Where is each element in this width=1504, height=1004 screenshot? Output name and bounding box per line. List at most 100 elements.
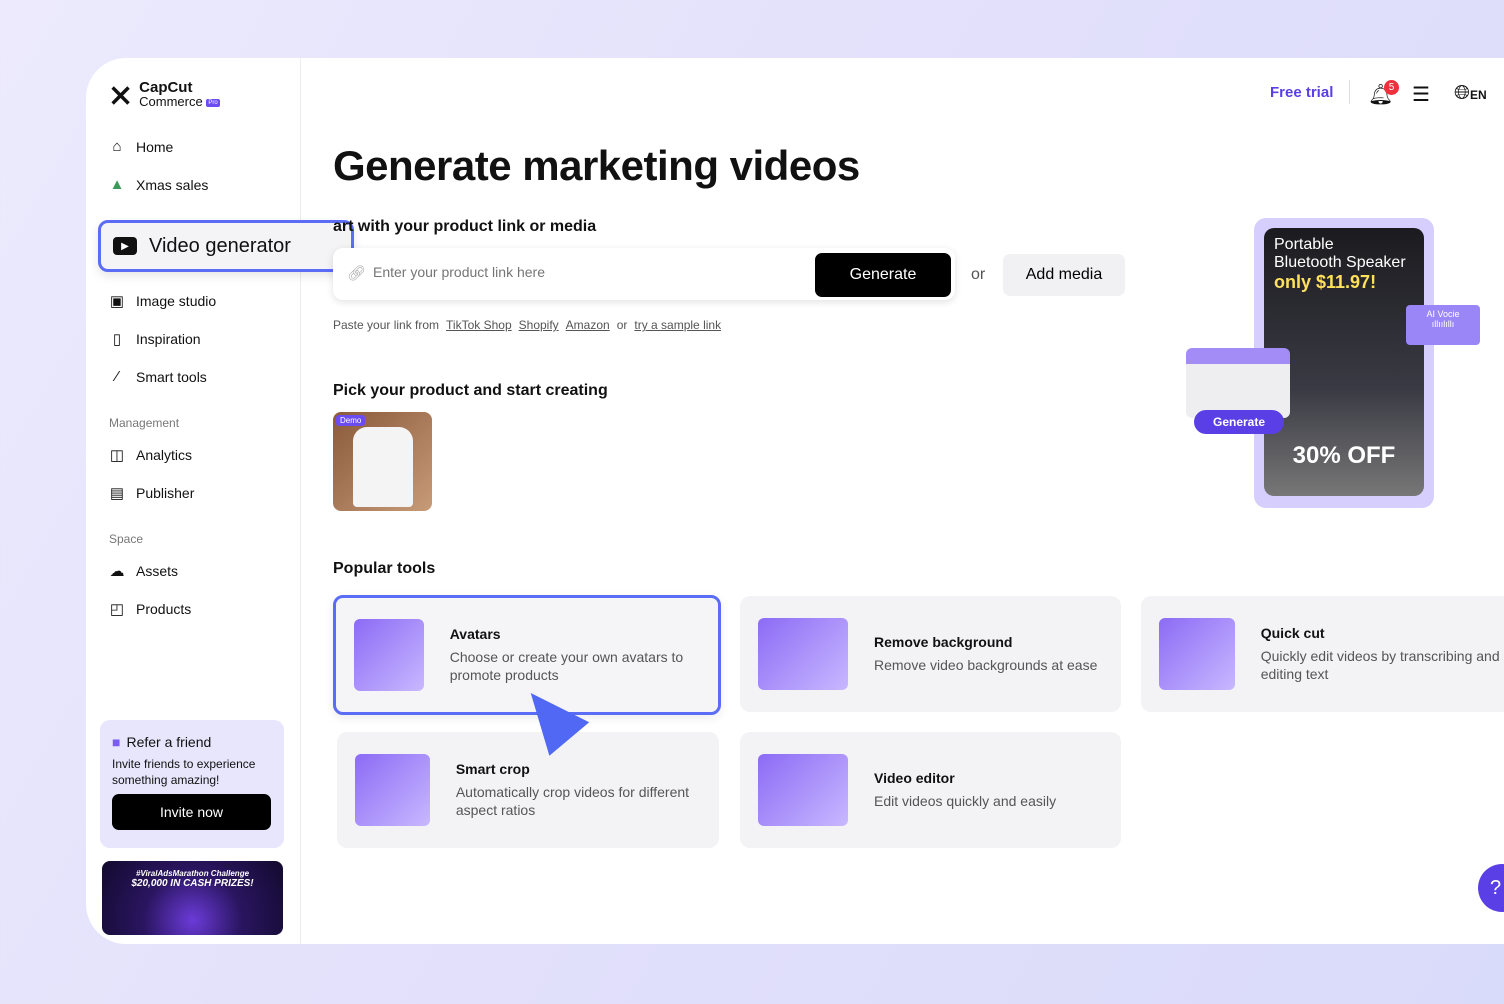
tool-title: Smart crop — [455, 761, 530, 777]
tool-desc: Edit videos quickly and easily — [874, 793, 1057, 809]
brand-name: CapCut — [139, 79, 193, 97]
label: Assets — [136, 563, 179, 579]
sidebar-item-products[interactable]: ◰ Products — [108, 600, 191, 618]
demo-product-shirt[interactable]: Demo — [333, 412, 432, 511]
tool-card-video-editor[interactable]: Video editor Edit videos quickly and easi… — [740, 732, 1121, 848]
section-space: Space — [109, 532, 144, 546]
home-icon: ⌂ — [112, 138, 122, 155]
help-button[interactable]: ? — [1478, 864, 1504, 912]
smart-crop-thumbnail — [355, 754, 430, 826]
tool-title: Quick cut — [1260, 625, 1325, 641]
promo-line2: Bluetooth Speaker — [1274, 254, 1406, 271]
popular-label: Popular tools — [333, 560, 436, 577]
calendar-icon: ▤ — [109, 485, 125, 502]
tool-title: Remove background — [874, 634, 1013, 650]
sidebar-item-video-generator[interactable]: ▶ Video generator — [98, 220, 354, 272]
or-label: or — [971, 266, 986, 283]
shirt-image — [353, 427, 413, 507]
quick-cut-thumbnail — [1159, 618, 1235, 690]
promo-line1: Portable — [1274, 236, 1334, 253]
tiktok-shop-link[interactable]: TikTok Shop — [446, 318, 512, 332]
promo-generate-pill: Generate — [1194, 410, 1284, 434]
tool-desc: Quickly edit videos by transcribing and … — [1260, 648, 1500, 682]
promo-price: only $11.97! — [1274, 272, 1377, 292]
language-label: EN — [1470, 88, 1487, 102]
capcut-logo-icon: ⨯ — [108, 79, 134, 112]
avatars-thumbnail — [354, 619, 424, 691]
logo[interactable]: ⨯ CapCut Commerce Pro — [108, 78, 220, 113]
pick-label: Pick your product and start creating — [333, 382, 608, 399]
language-button[interactable]: 🌐︎EN — [1454, 82, 1487, 105]
section-management: Management — [109, 416, 180, 430]
banner-line1: #ViralAdsMarathon Challenge — [135, 869, 250, 878]
label: Image studio — [136, 293, 217, 309]
sidebar-item-inspiration[interactable]: ▯ Inspiration — [108, 330, 201, 348]
invite-now-button[interactable]: Invite now — [112, 794, 271, 830]
label: Analytics — [136, 447, 193, 463]
shopify-link[interactable]: Shopify — [519, 318, 559, 332]
tool-title: Avatars — [449, 626, 501, 642]
tool-card-remove-background[interactable]: Remove background Remove video background… — [740, 596, 1121, 712]
label: Home — [136, 138, 174, 155]
divider — [1349, 80, 1350, 104]
banner-line2: $20,000 IN CASH PRIZES! — [131, 878, 254, 889]
remove-bg-thumbnail — [758, 618, 848, 690]
link-icon: 🔗︎ — [347, 265, 367, 282]
add-media-button[interactable]: Add media — [1003, 254, 1125, 296]
link-mini-card — [1186, 348, 1290, 418]
label: Inspiration — [136, 331, 201, 347]
image-icon: ▣ — [109, 293, 125, 310]
bag-icon: ◰ — [109, 601, 125, 618]
waveform-icon: ıllıılıllı — [1431, 319, 1455, 329]
brand-sub: Commerce — [139, 94, 203, 110]
tool-desc: Automatically crop videos for different … — [455, 784, 690, 818]
paste-sources: Paste your link from TikTok Shop Shopify… — [333, 318, 721, 332]
ai-voice-label: AI Vocie — [1426, 309, 1460, 319]
start-label: art with your product link or media — [333, 218, 597, 235]
challenge-banner[interactable]: #ViralAdsMarathon Challenge $20,000 IN C… — [102, 861, 283, 935]
tree-icon: ▲ — [109, 176, 125, 193]
cloud-icon: ☁ — [109, 563, 125, 580]
inspiration-icon: ▯ — [112, 331, 122, 348]
sidebar-item-smart-tools[interactable]: ⁄ Smart tools — [108, 368, 207, 385]
label: Publisher — [136, 485, 195, 501]
gift-icon: ■ — [112, 734, 121, 750]
refer-text: Invite friends to experience something a… — [112, 757, 256, 787]
notification-badge: 5 — [1384, 80, 1399, 95]
sidebar-item-image-studio[interactable]: ▣ Image studio — [108, 292, 216, 310]
link-input-box: 🔗︎ Generate — [333, 248, 955, 300]
sidebar-item-publisher[interactable]: ▤ Publisher — [108, 484, 194, 502]
chart-icon: ◫ — [109, 447, 125, 464]
demo-badge: Demo — [336, 415, 366, 426]
page-title: Generate marketing videos — [333, 142, 860, 189]
product-link-input[interactable] — [373, 264, 793, 280]
refer-card: ■ Refer a friend Invite friends to experi… — [100, 720, 284, 848]
sidebar-item-analytics[interactable]: ◫ Analytics — [108, 446, 192, 464]
sidebar: ⨯ CapCut Commerce Pro ⌂ Home ▲ Xmas sales ▶… — [86, 58, 354, 944]
video-sparkle-icon: ▶ — [113, 237, 137, 255]
tool-title: Video editor — [874, 770, 955, 786]
sidebar-item-home[interactable]: ⌂ Home — [108, 138, 173, 155]
generate-button[interactable]: Generate — [815, 253, 951, 297]
label: Video generator — [149, 234, 291, 257]
ai-voice-tag: AI Vocie ıllıılıllı — [1406, 305, 1480, 345]
tool-card-smart-crop[interactable]: Smart crop Automatically crop videos for … — [337, 732, 719, 848]
free-trial-link[interactable]: Free trial — [1270, 84, 1333, 101]
label: Smart tools — [136, 368, 207, 385]
or-text: or — [616, 318, 628, 332]
tool-card-quick-cut[interactable]: Quick cut Quickly edit videos by transcri… — [1141, 596, 1504, 712]
sidebar-item-assets[interactable]: ☁ Assets — [108, 562, 179, 580]
tool-desc: Remove video backgrounds at ease — [874, 657, 1098, 673]
video-editor-thumbnail — [758, 754, 848, 826]
tool-desc: Choose or create your own avatars to pro… — [449, 649, 684, 683]
app-window: ⨯ CapCut Commerce Pro ⌂ Home ▲ Xmas sales ▶… — [86, 58, 1504, 944]
sample-link[interactable]: try a sample link — [634, 318, 721, 332]
label: Xmas sales — [136, 176, 209, 193]
stack-icon[interactable]: ☰ — [1412, 82, 1430, 107]
label: Products — [136, 601, 192, 617]
paste-prefix: Paste your link from — [333, 318, 440, 332]
globe-icon: 🌐︎ — [1454, 82, 1470, 104]
sidebar-item-xmas[interactable]: ▲ Xmas sales — [108, 176, 209, 193]
refer-title: Refer a friend — [126, 734, 212, 750]
amazon-link[interactable]: Amazon — [566, 318, 610, 332]
